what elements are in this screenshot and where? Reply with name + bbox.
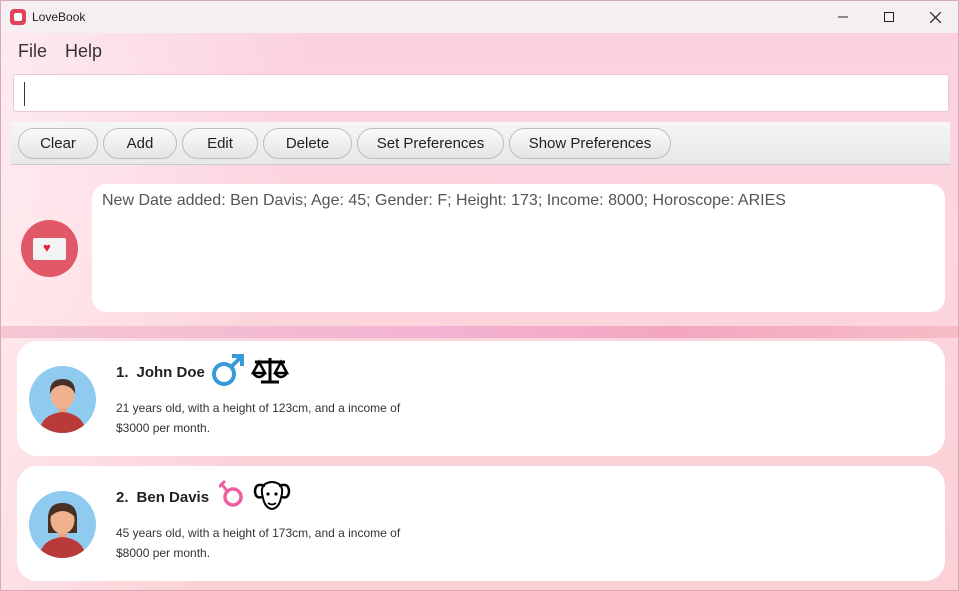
edit-button[interactable]: Edit	[182, 127, 258, 159]
person-icon	[39, 503, 86, 558]
clear-button[interactable]: Clear	[18, 127, 98, 159]
close-icon	[929, 11, 941, 23]
app-window: LoveBook File Help Clear Add Edit Delete…	[0, 0, 959, 591]
divider	[1, 326, 958, 338]
description-line: 45 years old, with a height of 173cm, an…	[116, 526, 401, 540]
window-controls	[820, 1, 958, 33]
show-preferences-button[interactable]: Show Preferences	[509, 127, 671, 159]
description-line: $3000 per month.	[116, 421, 211, 435]
envelope-icon: ♥	[33, 238, 66, 260]
window-title: LoveBook	[32, 10, 86, 24]
person-icon	[39, 379, 86, 433]
close-button[interactable]	[912, 1, 958, 33]
description-line: 21 years old, with a height of 123cm, an…	[116, 401, 401, 415]
command-toolbar: Clear Add Edit Delete Set Preferences Sh…	[11, 122, 950, 165]
maximize-icon	[884, 12, 894, 22]
aries-symbol-icon	[253, 478, 291, 516]
date-list[interactable]: 1. John Doe 21 years old, with a height …	[1, 338, 958, 590]
set-preferences-button[interactable]: Set Preferences	[357, 127, 504, 159]
date-description: 45 years old, with a height of 173cm, an…	[116, 523, 436, 563]
date-card[interactable]: 2. Ben Davis 45 years old, with a height…	[17, 466, 945, 581]
date-description: 21 years old, with a height of 123cm, an…	[116, 398, 436, 438]
date-card[interactable]: 1. John Doe 21 years old, with a height …	[17, 341, 945, 456]
title-bar: LoveBook	[1, 1, 958, 33]
heart-icon: ♥	[43, 240, 51, 255]
date-name-line: 1. John Doe	[116, 353, 289, 391]
date-index: 2.	[116, 488, 129, 506]
female-symbol-icon	[218, 479, 247, 515]
minimize-button[interactable]	[820, 1, 866, 33]
command-input[interactable]	[13, 74, 949, 112]
text-caret	[24, 82, 25, 106]
description-line: $8000 per month.	[116, 546, 211, 560]
libra-symbol-icon	[250, 354, 289, 390]
result-panel: ♥ New Date added: Ben Davis; Age: 45; Ge…	[1, 171, 958, 326]
app-logo-icon	[10, 9, 26, 25]
minimize-icon	[838, 16, 848, 18]
menu-file[interactable]: File	[18, 41, 47, 62]
male-symbol-icon	[211, 353, 245, 391]
menu-help[interactable]: Help	[65, 41, 102, 62]
date-name-line: 2. Ben Davis	[116, 478, 291, 516]
delete-button[interactable]: Delete	[263, 127, 352, 159]
date-name: Ben Davis	[136, 488, 210, 506]
add-button[interactable]: Add	[103, 127, 177, 159]
maximize-button[interactable]	[866, 1, 912, 33]
date-name: John Doe	[136, 363, 205, 381]
avatar-female	[29, 491, 96, 558]
result-display: New Date added: Ben Davis; Age: 45; Gend…	[92, 184, 945, 312]
date-index: 1.	[116, 363, 129, 381]
avatar-male	[29, 366, 96, 433]
mail-avatar: ♥	[21, 220, 78, 277]
menu-bar: File Help	[1, 33, 958, 69]
